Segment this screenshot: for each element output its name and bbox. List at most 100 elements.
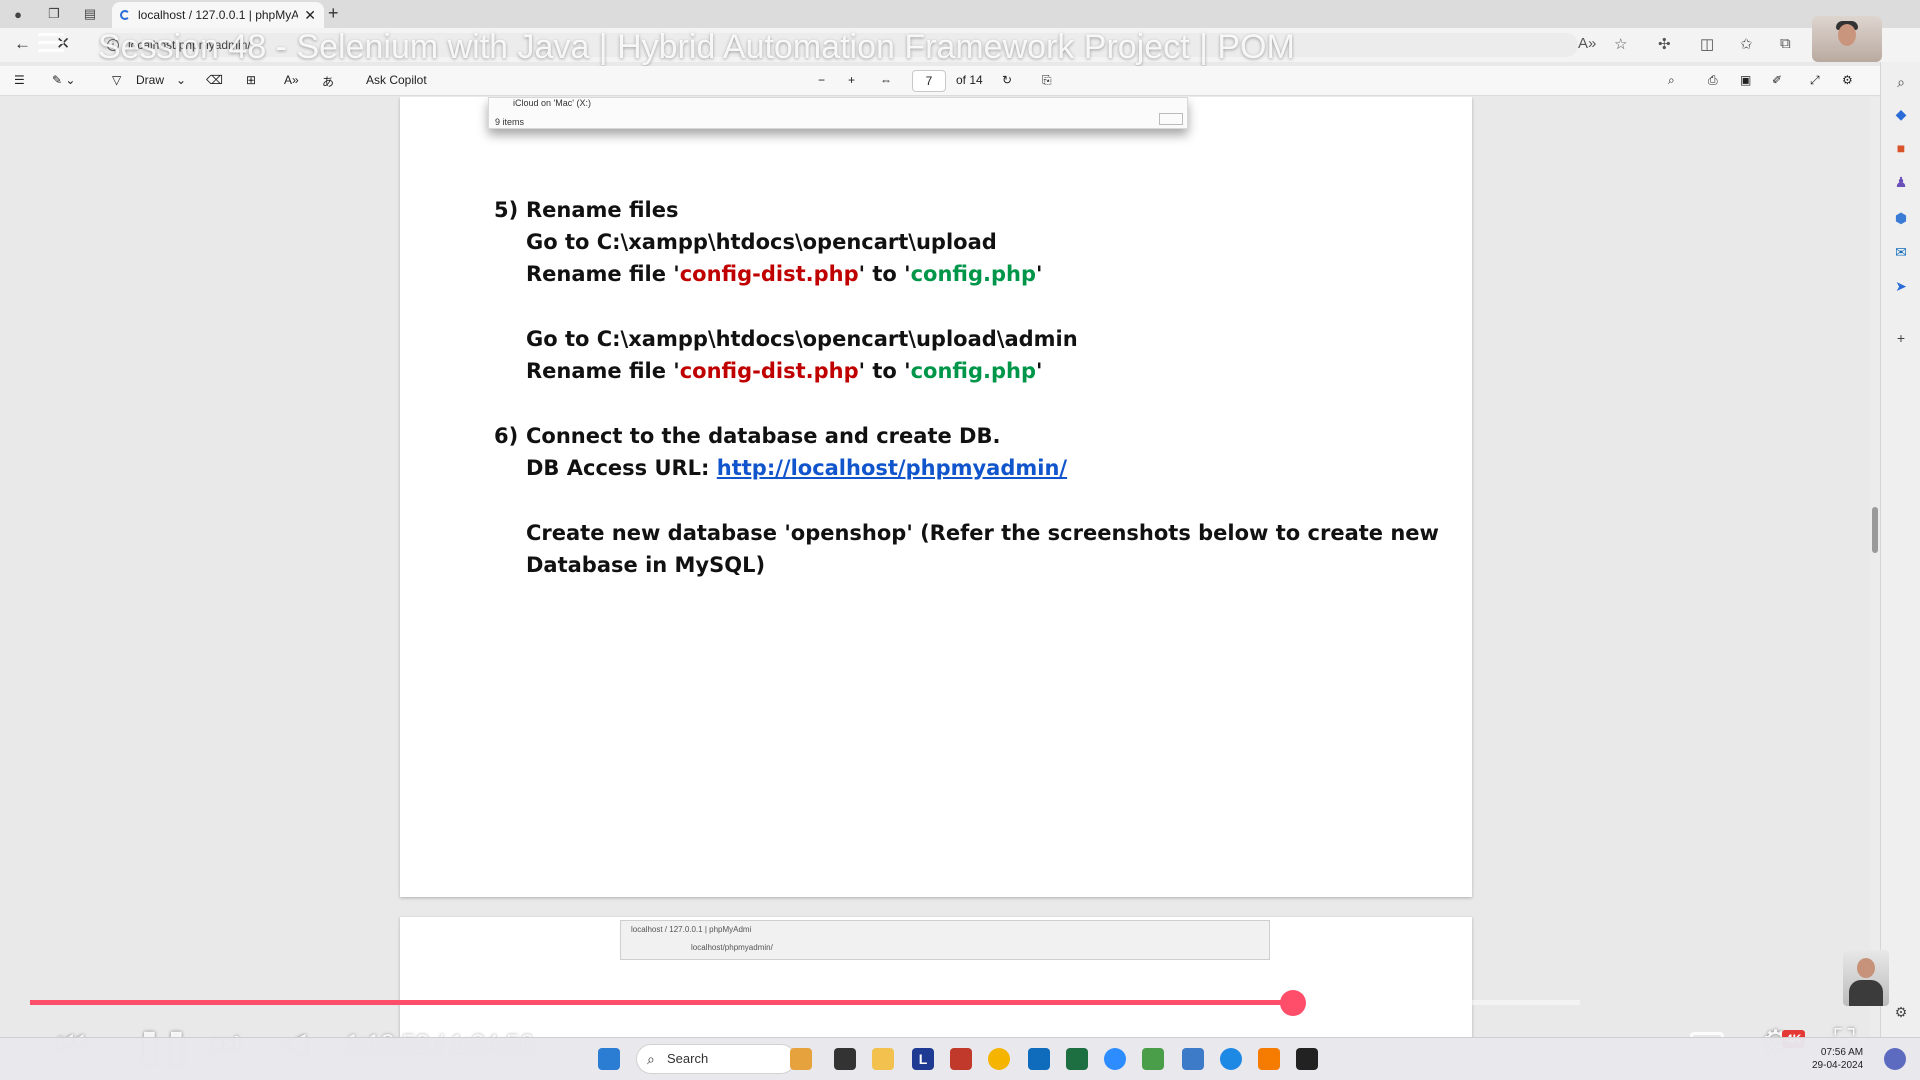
- print-icon[interactable]: ⎙: [1708, 73, 1718, 88]
- draw-button[interactable]: Draw: [136, 73, 164, 87]
- windows-taskbar: ⌕ Search L 07:56 AM 29-04-2024: [0, 1037, 1920, 1080]
- favorites-icon[interactable]: ✩: [1740, 35, 1753, 53]
- fit-page-icon[interactable]: ⇔: [880, 73, 892, 87]
- file-explorer-screenshot: iCloud on 'Mac' (X:) 9 items: [488, 97, 1188, 129]
- create-db-line-1: Create new database 'openshop' (Refer th…: [526, 521, 1439, 545]
- page-view-icon[interactable]: ⎘: [1042, 73, 1052, 88]
- sidebar-settings-icon[interactable]: ⚙: [1891, 1002, 1911, 1022]
- page-total: of 14: [956, 73, 983, 87]
- video-playlist-icon[interactable]: [38, 33, 64, 55]
- file-explorer-icon[interactable]: [872, 1048, 894, 1070]
- profile-icon[interactable]: ●: [8, 4, 28, 24]
- split-screen-icon[interactable]: ◫: [1700, 35, 1714, 53]
- pdf-settings-icon[interactable]: ⚙: [1842, 73, 1853, 87]
- save-icon[interactable]: ▣: [1740, 73, 1751, 87]
- video-progress-fill: [30, 1000, 1293, 1005]
- notepad-icon[interactable]: [1182, 1048, 1204, 1070]
- sidebar-send-icon[interactable]: ➤: [1891, 276, 1911, 296]
- read-aloud-pdf-icon[interactable]: A»: [284, 73, 299, 87]
- read-aloud-icon[interactable]: A»: [1578, 35, 1596, 52]
- clock-time: 07:56 AM: [1820, 1047, 1864, 1058]
- pdf-page-8: localhost / 127.0.0.1 | phpMyAdmi localh…: [400, 917, 1472, 1037]
- presenter-webcam: [1812, 16, 1882, 62]
- terminal-icon[interactable]: [1296, 1048, 1318, 1070]
- new-filename: config.php: [910, 262, 1036, 286]
- back-icon[interactable]: ←: [14, 34, 31, 54]
- erase-icon[interactable]: ⌫: [206, 73, 223, 87]
- rotate-icon[interactable]: ↻: [1002, 73, 1012, 87]
- step5-number: 5): [494, 198, 519, 222]
- notepad-plus-icon[interactable]: [1142, 1048, 1164, 1070]
- text-box-icon[interactable]: ⊞: [246, 73, 256, 87]
- zoom-in-icon[interactable]: +: [848, 73, 855, 87]
- widgets-icon[interactable]: [790, 1048, 812, 1070]
- old-filename: config-dist.php: [679, 262, 859, 286]
- presenter-pip-video: [1843, 950, 1889, 1006]
- new-tab-button[interactable]: +: [328, 3, 339, 24]
- step6-heading: Connect to the database and create DB.: [526, 424, 1001, 448]
- snapshot-url: localhost/phpmyadmin/: [691, 943, 773, 952]
- chrome-icon[interactable]: [988, 1048, 1010, 1070]
- db-access-label: DB Access URL:: [526, 456, 717, 480]
- step5-path-admin: Go to C:\xampp\htdocs\opencart\upload\ad…: [526, 327, 1078, 351]
- favorite-star-icon[interactable]: ☆: [1614, 35, 1627, 53]
- item-count: 9 items: [495, 117, 525, 127]
- phpmyadmin-link[interactable]: http://localhost/phpmyadmin/: [717, 456, 1067, 480]
- tab-title: localhost / 127.0.0.1 | phpMyAdm: [138, 8, 299, 22]
- document-scrollbar[interactable]: [1870, 97, 1880, 1037]
- clock-date: 29-04-2024: [1812, 1060, 1864, 1071]
- icloud-drive-label: iCloud on 'Mac' (X:): [513, 98, 591, 108]
- create-db-line-2: Database in MySQL): [526, 553, 766, 577]
- step5-path-upload: Go to C:\xampp\htdocs\opencart\upload: [526, 230, 997, 254]
- mcafee-icon[interactable]: [950, 1048, 972, 1070]
- video-scrubber-handle[interactable]: [1280, 990, 1306, 1016]
- copilot-taskbar-icon[interactable]: [1884, 1048, 1906, 1070]
- close-tab-icon[interactable]: ✕: [304, 7, 316, 24]
- taskbar-clock[interactable]: 07:56 AM 29-04-2024: [1812, 1046, 1863, 1072]
- tab-actions-icon[interactable]: ▤: [80, 4, 100, 24]
- loading-spinner-icon: [120, 10, 130, 20]
- sidebar-shopping-icon[interactable]: ◆: [1891, 104, 1911, 124]
- snapshot-tab: localhost / 127.0.0.1 | phpMyAdmi: [631, 925, 752, 934]
- taskbar-search[interactable]: ⌕ Search: [636, 1044, 796, 1074]
- edge-icon[interactable]: [1220, 1048, 1242, 1070]
- video-title[interactable]: Session 48 - Selenium with Java | Hybrid…: [98, 28, 1295, 67]
- draw-dropdown-icon[interactable]: ⌄: [176, 73, 186, 87]
- page-number-input[interactable]: 7: [912, 70, 946, 92]
- browser-tab-phpmyadmin[interactable]: localhost / 127.0.0.1 | phpMyAdm ✕: [112, 2, 324, 28]
- zoom-icon[interactable]: [1104, 1048, 1126, 1070]
- step5-rename-line-1: Rename file 'config-dist.php' to 'config…: [526, 262, 1043, 286]
- highlight-icon[interactable]: ✎ ⌄: [52, 73, 75, 87]
- video-progress-bar[interactable]: [30, 1000, 1580, 1005]
- excel-icon[interactable]: [1066, 1048, 1088, 1070]
- sidebar-tools-icon[interactable]: ■: [1891, 138, 1911, 158]
- extensions-icon[interactable]: ✣: [1658, 35, 1671, 53]
- old-filename: config-dist.php: [679, 359, 859, 383]
- app-l-icon[interactable]: L: [912, 1048, 934, 1070]
- pdf-toolbar: ☰ ✎ ⌄ ▽ Draw ⌄ ⌫ ⊞ A» あ Ask Copilot − + …: [0, 66, 1880, 96]
- collections-icon[interactable]: ⧉: [1780, 35, 1791, 52]
- ask-copilot-button[interactable]: Ask Copilot: [366, 73, 427, 87]
- save-as-icon[interactable]: ✐: [1772, 73, 1782, 87]
- draw-icon[interactable]: ▽: [112, 73, 121, 87]
- step5-heading: Rename files: [526, 198, 679, 222]
- pdf-search-icon[interactable]: ⌕: [1668, 73, 1675, 88]
- pdf-document-area[interactable]: iCloud on 'Mac' (X:) 9 items 5) Rename f…: [0, 97, 1870, 1037]
- contents-icon[interactable]: ☰: [14, 73, 25, 87]
- edge-sidebar: ⌕ ◆ ■ ♟ ⬢ ✉ ➤ + ⚙: [1880, 62, 1920, 1037]
- fullscreen-icon[interactable]: ⤢: [1810, 73, 1820, 88]
- sidebar-outlook-icon[interactable]: ✉: [1891, 242, 1911, 262]
- scrollbar-thumb[interactable]: [1872, 507, 1878, 553]
- zoom-out-icon[interactable]: −: [818, 73, 825, 87]
- sidebar-search-icon[interactable]: ⌕: [1891, 72, 1911, 92]
- sidebar-copilot-icon[interactable]: ⬢: [1891, 208, 1911, 228]
- sidebar-games-icon[interactable]: ♟: [1891, 172, 1911, 192]
- task-view-icon[interactable]: [834, 1048, 856, 1070]
- outlook-icon[interactable]: [1028, 1048, 1050, 1070]
- db-access-line: DB Access URL: http://localhost/phpmyadm…: [526, 456, 1067, 480]
- translate-icon[interactable]: あ: [322, 73, 334, 90]
- workspaces-icon[interactable]: ❐: [44, 4, 64, 24]
- start-icon[interactable]: [598, 1048, 620, 1070]
- xampp-icon[interactable]: [1258, 1048, 1280, 1070]
- sidebar-add-icon[interactable]: +: [1891, 328, 1911, 348]
